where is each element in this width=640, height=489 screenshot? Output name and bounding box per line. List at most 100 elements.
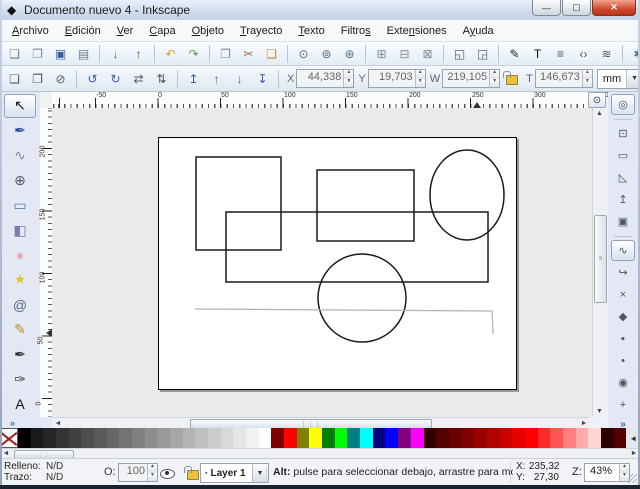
color-swatch[interactable] bbox=[284, 428, 297, 448]
paste-button[interactable]: ❑ bbox=[261, 43, 282, 64]
menu-archivo[interactable]: Archivo bbox=[4, 22, 57, 40]
color-swatch[interactable] bbox=[94, 428, 107, 448]
snap-nodes-button[interactable]: ∿ bbox=[611, 240, 635, 261]
copy-button[interactable]: ❐ bbox=[215, 43, 236, 64]
color-swatch[interactable] bbox=[309, 428, 322, 448]
color-swatch[interactable] bbox=[145, 428, 158, 448]
color-swatch[interactable] bbox=[43, 428, 56, 448]
flip-horizontal-button[interactable]: ⇄ bbox=[128, 68, 149, 89]
color-swatch[interactable] bbox=[233, 428, 246, 448]
square-shape[interactable] bbox=[196, 157, 281, 250]
raise-to-top-button[interactable]: ↥ bbox=[183, 68, 204, 89]
rotate-cw-button[interactable]: ↻ bbox=[105, 68, 126, 89]
snap-object-centers-button[interactable]: ◉ bbox=[611, 372, 635, 393]
unlink-clone-button[interactable]: ⊠ bbox=[417, 43, 438, 64]
color-swatch[interactable] bbox=[614, 428, 627, 448]
palette-scroll-left-arrow[interactable]: ◄ bbox=[2, 450, 10, 457]
snap-cusp-nodes-button[interactable]: ◆ bbox=[611, 306, 635, 327]
h-field[interactable]: 146,673▲▼ bbox=[535, 69, 593, 88]
menu-ver[interactable]: Ver bbox=[109, 22, 142, 40]
toolbox-overflow-chevron[interactable]: » bbox=[10, 418, 15, 428]
star-tool[interactable]: ★ bbox=[4, 268, 36, 292]
color-swatch[interactable] bbox=[119, 428, 132, 448]
color-swatch[interactable] bbox=[538, 428, 551, 448]
menu-ayuda[interactable]: Ayuda bbox=[455, 22, 502, 40]
color-swatch[interactable] bbox=[500, 428, 513, 448]
zoom-page-button[interactable]: ⊛ bbox=[339, 43, 360, 64]
snap-bbox-corners-button[interactable]: ◺ bbox=[611, 167, 635, 188]
canvas[interactable] bbox=[52, 108, 592, 417]
small-rectangle-shape[interactable] bbox=[317, 170, 414, 241]
w-field-spin-arrows[interactable]: ▲▼ bbox=[489, 70, 499, 87]
snap-bbox-edge-midpoints-button[interactable]: ↥ bbox=[611, 189, 635, 210]
redo-button[interactable]: ↷ bbox=[183, 43, 204, 64]
create-clone-button[interactable]: ⊟ bbox=[394, 43, 415, 64]
layers-dialog-button[interactable]: ≡ bbox=[550, 43, 571, 64]
title-bar[interactable]: ◆ Documento nuevo 4 - Inkscape — ▢ ✕ bbox=[0, 0, 640, 21]
calligraphy-tool[interactable]: ✑ bbox=[4, 367, 36, 391]
color-swatch[interactable] bbox=[132, 428, 145, 448]
color-swatch[interactable] bbox=[31, 428, 44, 448]
resize-grip[interactable] bbox=[628, 474, 637, 483]
lower-button[interactable]: ↓ bbox=[229, 68, 250, 89]
circle-shape[interactable] bbox=[318, 254, 406, 342]
restore-button[interactable]: ▢ bbox=[562, 0, 591, 16]
horizontal-scrollbar[interactable]: ◄ ⋮⋮⋮ ► bbox=[52, 417, 590, 428]
color-swatch[interactable] bbox=[297, 428, 310, 448]
layer-lock-icon[interactable] bbox=[187, 470, 199, 480]
cut-button[interactable]: ✂ bbox=[238, 43, 259, 64]
selector-tool[interactable]: ↖ bbox=[4, 94, 36, 118]
open-document-button[interactable]: ❒ bbox=[27, 43, 48, 64]
snap-enable-button[interactable]: ◎ bbox=[611, 94, 635, 115]
color-swatch[interactable] bbox=[563, 428, 576, 448]
scroll-right-arrow[interactable]: ► bbox=[580, 420, 588, 427]
w-field[interactable]: 219,105▲▼ bbox=[442, 69, 500, 88]
color-swatch[interactable] bbox=[512, 428, 525, 448]
zoom-tool[interactable]: ⊕ bbox=[4, 169, 36, 193]
color-swatch[interactable] bbox=[271, 428, 284, 448]
color-swatch[interactable] bbox=[69, 428, 82, 448]
snap-bbox-edges-button[interactable]: ▭ bbox=[611, 145, 635, 166]
vertical-scrollbar[interactable]: ▲ ≡ ▼ bbox=[592, 108, 606, 417]
scroll-down-arrow[interactable]: ▼ bbox=[593, 408, 606, 415]
color-swatch[interactable] bbox=[576, 428, 589, 448]
select-all-button[interactable]: ❏ bbox=[4, 68, 25, 89]
color-swatch[interactable] bbox=[474, 428, 487, 448]
pencil-tool[interactable]: ✎ bbox=[4, 318, 36, 342]
snap-line-midpoints-button[interactable]: • bbox=[611, 350, 635, 371]
menu-capa[interactable]: Capa bbox=[141, 22, 183, 40]
lock-ratio-icon[interactable] bbox=[506, 75, 518, 85]
palette-scrollbar[interactable]: ◄ ⋮⋮ ► bbox=[0, 448, 640, 458]
ellipse-shape[interactable] bbox=[430, 150, 504, 240]
minimize-button[interactable]: — bbox=[532, 0, 561, 16]
color-swatch[interactable] bbox=[170, 428, 183, 448]
fill-stroke-indicator[interactable]: Relleno:N/D Trazo:N/D bbox=[4, 461, 63, 483]
duplicate-button[interactable]: ⊞ bbox=[371, 43, 392, 64]
deselect-button[interactable]: ⊘ bbox=[50, 68, 71, 89]
snap-bbox-button[interactable]: ⊡ bbox=[611, 123, 635, 144]
color-swatch[interactable] bbox=[436, 428, 449, 448]
color-swatch[interactable] bbox=[18, 428, 31, 448]
color-swatch[interactable] bbox=[411, 428, 424, 448]
text-dialog-button[interactable]: T bbox=[527, 43, 548, 64]
menu-trayecto[interactable]: Trayecto bbox=[232, 22, 290, 40]
lower-to-bottom-button[interactable]: ↧ bbox=[252, 68, 273, 89]
text-tool[interactable]: A bbox=[4, 392, 36, 416]
ellipse-tool[interactable]: ● bbox=[4, 243, 36, 267]
pen-tool[interactable]: ✒ bbox=[4, 342, 36, 366]
color-swatch[interactable] bbox=[347, 428, 360, 448]
color-swatch[interactable] bbox=[56, 428, 69, 448]
color-swatch[interactable] bbox=[195, 428, 208, 448]
x-field[interactable]: 44,338▲▼ bbox=[296, 69, 354, 88]
color-swatch[interactable] bbox=[550, 428, 563, 448]
color-swatch[interactable] bbox=[487, 428, 500, 448]
xml-editor-button[interactable]: ‹› bbox=[573, 43, 594, 64]
menu-edicion[interactable]: Edición bbox=[57, 22, 109, 40]
color-swatch[interactable] bbox=[385, 428, 398, 448]
rotate-ccw-button[interactable]: ↺ bbox=[82, 68, 103, 89]
undo-button[interactable]: ↶ bbox=[160, 43, 181, 64]
h-field-spin-arrows[interactable]: ▲▼ bbox=[582, 70, 592, 87]
horizontal-ruler[interactable]: -50050100150200250300350 bbox=[52, 92, 588, 109]
freehand-line[interactable] bbox=[195, 309, 493, 334]
palette-scroll-right-arrow[interactable]: ► bbox=[630, 450, 638, 457]
